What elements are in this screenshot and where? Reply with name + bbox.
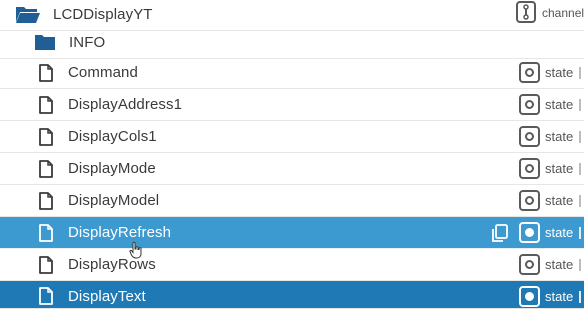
folder-open-icon[interactable] — [15, 4, 41, 24]
tree-item-label: DisplayText — [68, 288, 146, 305]
file-icon — [39, 96, 53, 114]
tree-item-label: DisplayModel — [68, 192, 160, 209]
file-icon — [39, 256, 53, 274]
column-edge — [579, 99, 581, 111]
tree-row-state[interactable]: DisplayRows state — [0, 249, 584, 281]
state-role-icon — [519, 126, 540, 147]
tree-row-state[interactable]: DisplayAddress1 state — [0, 89, 584, 121]
tree-row-state[interactable]: DisplayModel state — [0, 185, 584, 217]
state-role-icon — [519, 254, 540, 275]
file-icon — [39, 287, 53, 305]
tree-row-state[interactable]: DisplayCols1 state — [0, 121, 584, 153]
role-label: state — [545, 97, 574, 112]
column-edge — [579, 163, 581, 175]
role-label: state — [545, 161, 574, 176]
state-role-icon — [519, 62, 540, 83]
role-label: state — [545, 289, 574, 304]
column-edge — [579, 291, 581, 303]
state-role-icon — [519, 222, 540, 243]
tree-row-state-selected[interactable]: DisplayText state — [0, 281, 584, 309]
tree-row-state[interactable]: DisplayMode state — [0, 153, 584, 185]
tree-item-label: DisplayMode — [68, 160, 156, 177]
file-icon — [39, 64, 53, 82]
mouse-pointer-icon — [129, 241, 142, 259]
tree-item-label: INFO — [69, 34, 106, 51]
state-role-icon — [519, 190, 540, 211]
state-role-icon — [519, 158, 540, 179]
tree-item-label: DisplayAddress1 — [68, 96, 183, 113]
state-role-icon — [519, 286, 540, 307]
role-label: state — [545, 257, 574, 272]
tree-row-folder[interactable]: INFO — [0, 27, 584, 59]
state-role-icon — [519, 94, 540, 115]
tree-row-state[interactable]: Command state — [0, 57, 584, 89]
channel-icon — [516, 1, 536, 23]
role-label: channel — [542, 6, 584, 20]
tree-row-state-hovered[interactable]: DisplayRefresh state — [0, 217, 584, 249]
tree-item-label: Command — [68, 64, 138, 81]
role-label: state — [545, 129, 574, 144]
tree-item-label: DisplayRefresh — [68, 224, 172, 241]
copy-icon[interactable] — [490, 223, 510, 243]
role-label: state — [545, 193, 574, 208]
object-tree: LCDDisplayYT channel INFO Command state — [0, 0, 584, 309]
role-label: state — [545, 65, 574, 80]
role-label: state — [545, 225, 574, 240]
folder-icon[interactable] — [34, 33, 56, 51]
file-icon — [39, 192, 53, 210]
tree-item-label: LCDDisplayYT — [53, 6, 153, 23]
tree-item-label: DisplayCols1 — [68, 128, 157, 145]
column-edge — [579, 67, 581, 79]
column-edge — [579, 227, 581, 239]
column-edge — [579, 195, 581, 207]
column-edge — [579, 131, 581, 143]
file-icon — [39, 128, 53, 146]
column-edge — [579, 259, 581, 271]
file-icon — [39, 160, 53, 178]
file-icon — [39, 224, 53, 242]
